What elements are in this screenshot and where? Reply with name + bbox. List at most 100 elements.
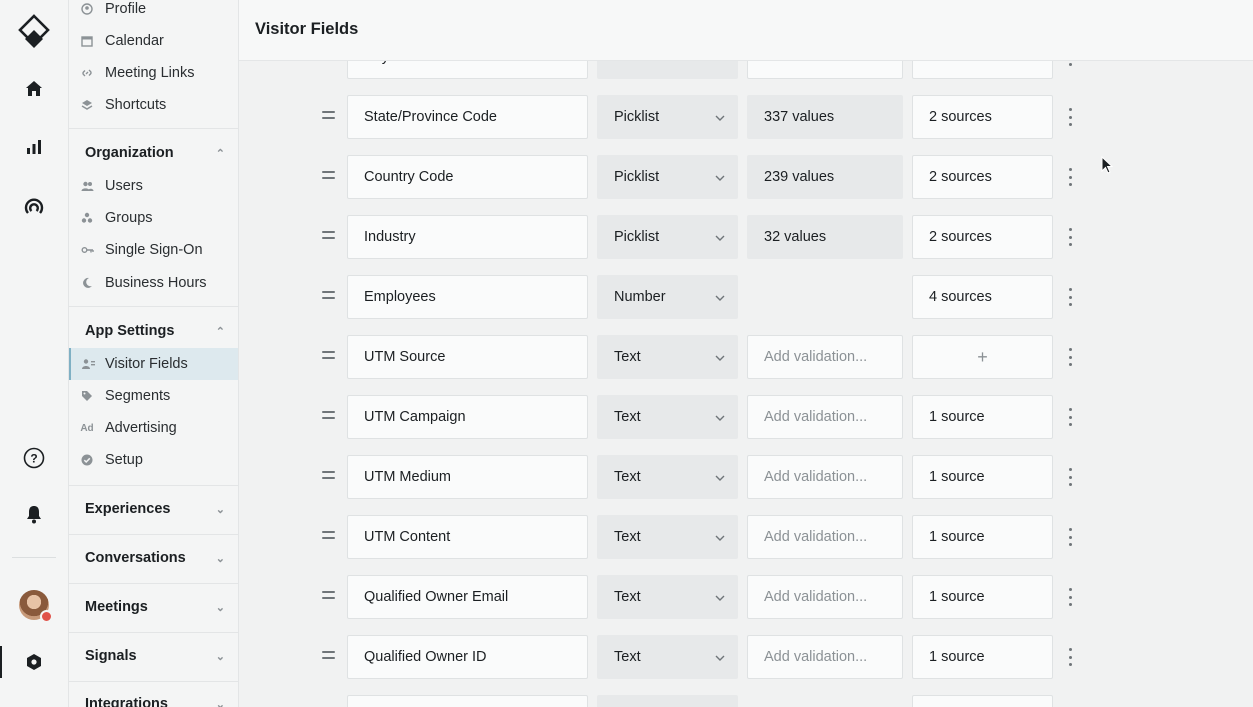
field-name-input[interactable]: Qualified Owner ID	[347, 635, 588, 679]
rail-divider	[12, 557, 56, 558]
field-type-select[interactable]: Picklist	[597, 215, 738, 259]
picklist-values-button[interactable]: 337 values	[747, 95, 903, 139]
section-header-meetings[interactable]: Meetings ⌄	[85, 599, 225, 615]
field-type-select[interactable]: Picklist	[597, 155, 738, 199]
drag-handle-icon[interactable]	[322, 351, 335, 363]
field-name-input[interactable]: Qualified Owner Email	[347, 575, 588, 619]
field-name-input[interactable]: UTM Source	[347, 335, 588, 379]
more-options-icon[interactable]	[1067, 408, 1073, 426]
sidebar-item-business-hours[interactable]: Business Hours	[69, 267, 238, 299]
drag-handle-icon[interactable]	[322, 411, 335, 423]
more-options-icon[interactable]	[1067, 108, 1073, 126]
sources-button[interactable]: 2 sources	[912, 215, 1053, 259]
field-type-select[interactable]: Text	[597, 575, 738, 619]
validation-input[interactable]: Add validation...	[747, 335, 903, 379]
drag-handle-icon[interactable]	[322, 591, 335, 603]
chevron-down-icon	[715, 649, 725, 665]
sidebar-item-shortcuts[interactable]: Shortcuts	[69, 89, 238, 121]
section-divider	[69, 681, 238, 682]
sidebar-item-label: Shortcuts	[105, 97, 167, 113]
picklist-values-button[interactable]: 239 values	[747, 155, 903, 199]
sources-button[interactable]	[912, 695, 1053, 707]
field-name-input[interactable]: UTM Medium	[347, 455, 588, 499]
field-type-select[interactable]: Picklist	[597, 95, 738, 139]
field-row	[239, 695, 1253, 707]
field-name-input[interactable]: UTM Content	[347, 515, 588, 559]
sidebar-item-visitor-fields[interactable]: Visitor Fields	[69, 348, 238, 380]
sidebar-item-users[interactable]: Users	[69, 170, 238, 202]
more-options-icon[interactable]	[1067, 588, 1073, 606]
sidebar-item-advertising[interactable]: Ad Advertising	[69, 412, 238, 444]
section-header-experiences[interactable]: Experiences ⌄	[85, 501, 225, 517]
field-type-select[interactable]	[597, 695, 738, 707]
section-header-conversations[interactable]: Conversations ⌄	[85, 550, 225, 566]
sidebar-item-segments[interactable]: Segments	[69, 380, 238, 412]
bell-icon[interactable]	[0, 503, 68, 525]
sidebar-item-single-sign-on[interactable]: Single Sign-On	[69, 234, 238, 266]
field-name-input[interactable]: Industry	[347, 215, 588, 259]
more-options-icon[interactable]	[1067, 468, 1073, 486]
validation-input[interactable]: Add validation...	[747, 515, 903, 559]
signal-icon[interactable]	[0, 197, 68, 219]
more-options-icon[interactable]	[1067, 168, 1073, 186]
visitor-fields-list: CityTextAdd validation...2 sourcesState/…	[239, 0, 1253, 707]
settings-icon[interactable]	[0, 651, 68, 673]
validation-input[interactable]: Add validation...	[747, 575, 903, 619]
main-content: Visitor Fields CityTextAdd validation...…	[239, 0, 1253, 707]
sidebar-item-label: Setup	[105, 452, 143, 468]
field-type-select[interactable]: Number	[597, 275, 738, 319]
sources-button[interactable]: 1 source	[912, 395, 1053, 439]
field-name-input[interactable]: UTM Campaign	[347, 395, 588, 439]
sources-button[interactable]: 1 source	[912, 575, 1053, 619]
field-type-select[interactable]: Text	[597, 335, 738, 379]
avatar[interactable]	[0, 589, 68, 623]
field-type-select[interactable]: Text	[597, 455, 738, 499]
section-header-app-settings[interactable]: App Settings ⌃	[85, 323, 225, 339]
field-type-select[interactable]: Text	[597, 515, 738, 559]
sources-button[interactable]: 2 sources	[912, 155, 1053, 199]
drag-handle-icon[interactable]	[322, 471, 335, 483]
svg-text:?: ?	[30, 452, 37, 466]
field-name-input[interactable]: Employees	[347, 275, 588, 319]
section-header-signals[interactable]: Signals ⌄	[85, 648, 225, 664]
sources-button[interactable]: 4 sources	[912, 275, 1053, 319]
sidebar-item-calendar[interactable]: Calendar	[69, 25, 238, 57]
profile-icon	[69, 3, 105, 15]
help-icon[interactable]: ?	[0, 446, 68, 470]
drag-handle-icon[interactable]	[322, 171, 335, 183]
sources-button[interactable]: 2 sources	[912, 95, 1053, 139]
section-header-integrations[interactable]: Integrations ⌄	[85, 696, 225, 707]
sidebar-item-profile[interactable]: Profile	[69, 0, 238, 25]
sources-button[interactable]: 1 source	[912, 635, 1053, 679]
sidebar-item-groups[interactable]: Groups	[69, 202, 238, 234]
validation-input[interactable]: Add validation...	[747, 395, 903, 439]
home-icon[interactable]	[0, 78, 68, 100]
drag-handle-icon[interactable]	[322, 111, 335, 123]
sources-button[interactable]: 1 source	[912, 515, 1053, 559]
field-name-input[interactable]: Country Code	[347, 155, 588, 199]
sources-button[interactable]: 1 source	[912, 455, 1053, 499]
drag-handle-icon[interactable]	[322, 291, 335, 303]
validation-input[interactable]: Add validation...	[747, 635, 903, 679]
calendar-icon	[69, 35, 105, 47]
more-options-icon[interactable]	[1067, 348, 1073, 366]
more-options-icon[interactable]	[1067, 288, 1073, 306]
more-options-icon[interactable]	[1067, 228, 1073, 246]
sidebar-item-setup[interactable]: Setup	[69, 444, 238, 476]
field-name-input[interactable]	[347, 695, 588, 707]
bar-chart-icon[interactable]	[0, 136, 68, 158]
field-type-select[interactable]: Text	[597, 395, 738, 439]
field-name-input[interactable]: State/Province Code	[347, 95, 588, 139]
more-options-icon[interactable]	[1067, 528, 1073, 546]
drag-handle-icon[interactable]	[322, 531, 335, 543]
section-header-organization[interactable]: Organization ⌃	[85, 145, 225, 161]
drag-handle-icon[interactable]	[322, 651, 335, 663]
logo-icon[interactable]	[0, 14, 68, 50]
field-type-select[interactable]: Text	[597, 635, 738, 679]
picklist-values-button[interactable]: 32 values	[747, 215, 903, 259]
more-options-icon[interactable]	[1067, 648, 1073, 666]
validation-input[interactable]: Add validation...	[747, 455, 903, 499]
sidebar-item-meeting-links[interactable]: Meeting Links	[69, 57, 238, 89]
add-source-button[interactable]: +	[912, 335, 1053, 379]
drag-handle-icon[interactable]	[322, 231, 335, 243]
